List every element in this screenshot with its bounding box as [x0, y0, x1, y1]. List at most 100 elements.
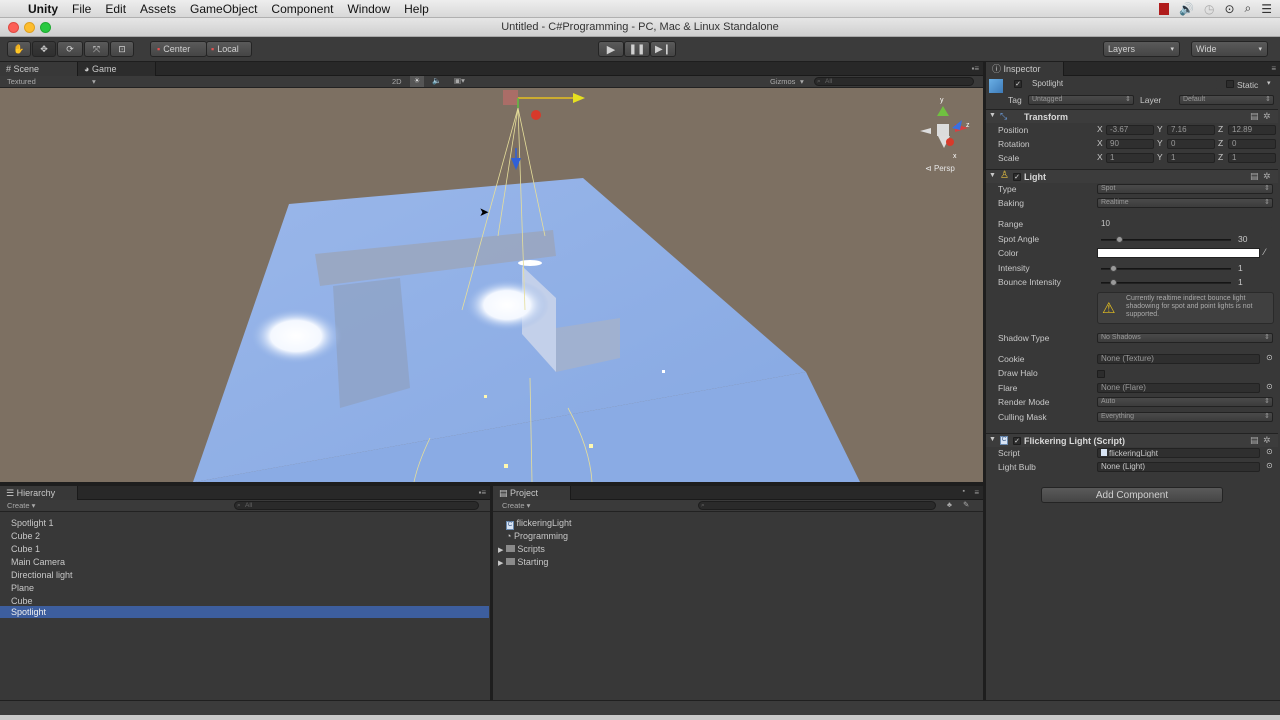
- light-range-point[interactable]: [484, 395, 487, 398]
- foldout-arrow-icon[interactable]: ▼: [989, 172, 996, 179]
- project-item-scripts[interactable]: ▶ Scripts: [498, 544, 545, 554]
- light-range-point[interactable]: [589, 444, 593, 448]
- shadow-type-dropdown[interactable]: No Shadows: [1097, 333, 1273, 343]
- static-checkbox[interactable]: [1226, 80, 1234, 88]
- filter-by-type-icon[interactable]: ♣: [947, 500, 952, 509]
- project-create-dropdown[interactable]: Create ▾: [502, 501, 530, 510]
- hierarchy-create-dropdown[interactable]: Create ▾: [7, 501, 35, 510]
- light-header[interactable]: ▼ ♙ ✓ Light ▤ ✲: [986, 169, 1278, 183]
- bounce-intensity-value[interactable]: 1: [1238, 277, 1243, 287]
- spotlight-search-icon[interactable]: ⌕: [1245, 1, 1252, 16]
- hierarchy-item-cube-1[interactable]: Cube 1: [11, 544, 40, 554]
- persp-label[interactable]: ⊲ Persp: [925, 164, 955, 173]
- script-field[interactable]: flickeringLight: [1097, 448, 1260, 458]
- add-component-button[interactable]: Add Component: [1041, 487, 1223, 503]
- position-y-field[interactable]: 7.16: [1167, 125, 1215, 135]
- project-item-programming[interactable]: ◔ Programming: [506, 531, 568, 541]
- close-window-icon[interactable]: [8, 22, 19, 33]
- light-range-point[interactable]: [504, 464, 508, 468]
- vertical-divider[interactable]: [983, 62, 986, 700]
- menu-component[interactable]: Component: [271, 2, 333, 16]
- menu-help[interactable]: Help: [404, 2, 429, 16]
- light-bulb-field[interactable]: None (Light): [1097, 462, 1260, 472]
- audio-toggle-icon[interactable]: 🔈: [432, 76, 441, 85]
- eyedropper-icon[interactable]: ⁄: [1264, 247, 1266, 257]
- rotation-z-field[interactable]: 0: [1228, 139, 1276, 149]
- expand-arrow-icon[interactable]: ▶: [498, 560, 503, 567]
- light-range-point[interactable]: [662, 370, 665, 373]
- layers-dropdown[interactable]: Layers ▾: [1103, 41, 1180, 57]
- step-button[interactable]: ▶❙: [650, 41, 676, 57]
- menu-app[interactable]: Unity: [28, 2, 58, 16]
- render-mode-dropdown[interactable]: Auto: [1097, 397, 1273, 407]
- hierarchy-item-plane[interactable]: Plane: [11, 583, 34, 593]
- bounce-slider-thumb[interactable]: [1110, 279, 1117, 286]
- color-swatch[interactable]: [1097, 248, 1260, 258]
- panel-menu-icon[interactable]: ▪≡: [478, 488, 486, 497]
- object-picker-icon[interactable]: ⊙: [1266, 382, 1273, 391]
- intensity-slider-thumb[interactable]: [1110, 265, 1117, 272]
- baking-dropdown[interactable]: Realtime: [1097, 198, 1273, 208]
- gameobject-name-field[interactable]: Spotlight: [1028, 79, 1218, 90]
- cookie-field[interactable]: None (Texture): [1097, 354, 1260, 364]
- volume-icon[interactable]: 🔊: [1179, 2, 1194, 16]
- scene-search-input[interactable]: ⌕ All: [814, 77, 974, 86]
- flickering-light-header[interactable]: ▼ C ✓ Flickering Light (Script) ▤ ✲: [986, 433, 1278, 447]
- rotate-tool-button[interactable]: ⟳: [57, 41, 83, 57]
- tab-game[interactable]: ◕ Game: [78, 62, 156, 76]
- rotation-x-field[interactable]: 90: [1106, 139, 1154, 149]
- scale-y-field[interactable]: 1: [1167, 153, 1215, 163]
- light-type-dropdown[interactable]: Spot: [1097, 184, 1273, 194]
- effects-toggle-icon[interactable]: ▣▾: [454, 76, 465, 85]
- hierarchy-item-spotlight[interactable]: Spotlight: [11, 607, 46, 617]
- minimize-window-icon[interactable]: [24, 22, 35, 33]
- expand-arrow-icon[interactable]: ▶: [498, 547, 503, 554]
- hierarchy-item-cube[interactable]: Cube: [11, 596, 33, 606]
- notification-list-icon[interactable]: ☰: [1261, 2, 1272, 16]
- gear-icon[interactable]: ✲: [1263, 111, 1271, 122]
- help-book-icon[interactable]: ▤: [1250, 435, 1259, 446]
- layer-dropdown[interactable]: Default: [1179, 95, 1274, 105]
- draw-halo-checkbox[interactable]: [1097, 370, 1105, 378]
- rect-tool-button[interactable]: ⊡: [110, 41, 134, 57]
- hierarchy-item-cube-2[interactable]: Cube 2: [11, 531, 40, 541]
- light-handle-red[interactable]: [531, 110, 541, 120]
- menu-assets[interactable]: Assets: [140, 2, 176, 16]
- tab-project[interactable]: ▤ Project: [493, 486, 571, 500]
- pause-button[interactable]: ❚❚: [624, 41, 650, 57]
- hand-tool-button[interactable]: ✋: [7, 41, 31, 57]
- flare-field[interactable]: None (Flare): [1097, 383, 1260, 393]
- lighting-toggle-icon[interactable]: ☀: [410, 76, 424, 87]
- orientation-center-cube[interactable]: [937, 124, 949, 136]
- intensity-slider-track[interactable]: [1101, 268, 1231, 270]
- object-picker-icon[interactable]: ⊙: [1266, 447, 1273, 456]
- menu-file[interactable]: File: [72, 2, 91, 16]
- scene-viewport[interactable]: y z x: [0, 88, 983, 482]
- zoom-window-icon[interactable]: [40, 22, 51, 33]
- tab-inspector[interactable]: ⓘ Inspector: [986, 62, 1064, 76]
- panel-menu-icon[interactable]: ≡: [1271, 64, 1276, 73]
- rotation-y-field[interactable]: 0: [1167, 139, 1215, 149]
- menu-gameobject[interactable]: GameObject: [190, 2, 257, 16]
- lock-icon[interactable]: ▪: [963, 488, 965, 495]
- bottom-vertical-divider[interactable]: [490, 486, 493, 700]
- bounce-slider-track[interactable]: [1101, 282, 1231, 284]
- hierarchy-selected-row[interactable]: Spotlight: [0, 606, 489, 618]
- static-chevron-icon[interactable]: ▾: [1267, 79, 1271, 87]
- spot-angle-value[interactable]: 30: [1238, 234, 1247, 244]
- foldout-arrow-icon[interactable]: ▼: [989, 436, 996, 443]
- help-book-icon[interactable]: ▤: [1250, 171, 1259, 182]
- menu-edit[interactable]: Edit: [105, 2, 126, 16]
- record-icon[interactable]: [1159, 2, 1169, 15]
- project-item-flickeringlight[interactable]: C flickeringLight: [506, 518, 572, 530]
- gameobject-active-checkbox[interactable]: ✓: [1014, 80, 1022, 88]
- intensity-value[interactable]: 1: [1238, 263, 1243, 273]
- hierarchy-item-spotlight-1[interactable]: Spotlight 1: [11, 518, 54, 528]
- project-item-starting[interactable]: ▶ Starting: [498, 557, 548, 567]
- move-tool-button[interactable]: ✥: [32, 41, 56, 57]
- tab-scene[interactable]: # Scene: [0, 62, 78, 76]
- panel-menu-icon[interactable]: ≡: [974, 488, 979, 497]
- position-x-field[interactable]: -3.67: [1106, 125, 1154, 135]
- object-picker-icon[interactable]: ⊙: [1266, 461, 1273, 470]
- cube-left-block[interactable]: [333, 278, 410, 408]
